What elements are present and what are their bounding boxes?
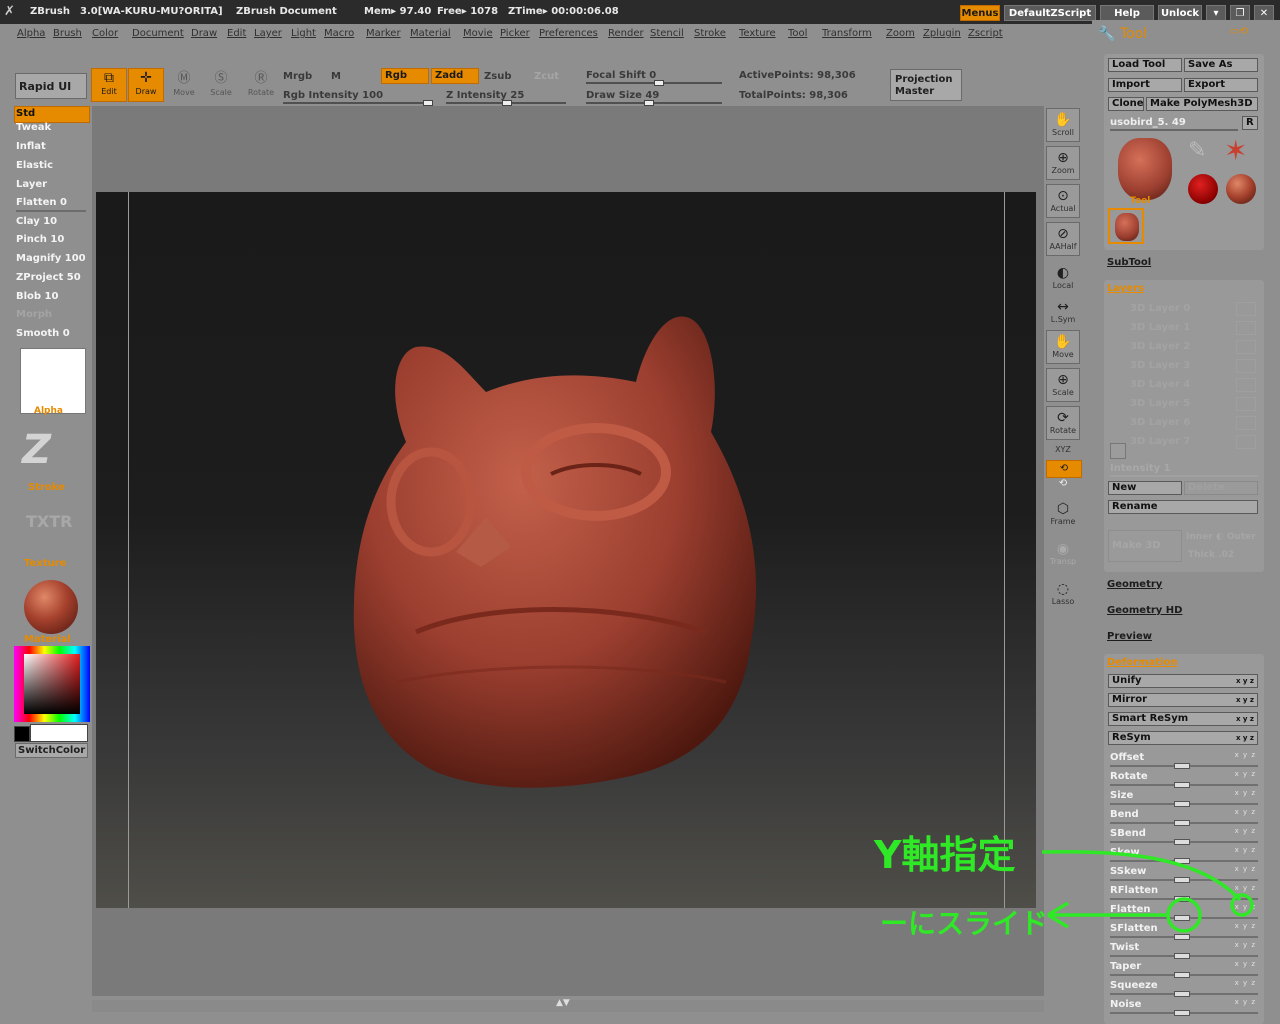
annotation-y-axis-text: Y軸指定 bbox=[874, 833, 1016, 877]
annotation-arrow-slide bbox=[1047, 901, 1166, 929]
annotation-overlay bbox=[1041, 849, 1254, 933]
annotation-arrow-y-axis bbox=[1041, 849, 1242, 902]
annotation-circle-flatten bbox=[1166, 897, 1202, 933]
annotation-slide-text: ーにスライド bbox=[880, 907, 1049, 940]
annotation-circle-y-axis bbox=[1230, 893, 1254, 917]
